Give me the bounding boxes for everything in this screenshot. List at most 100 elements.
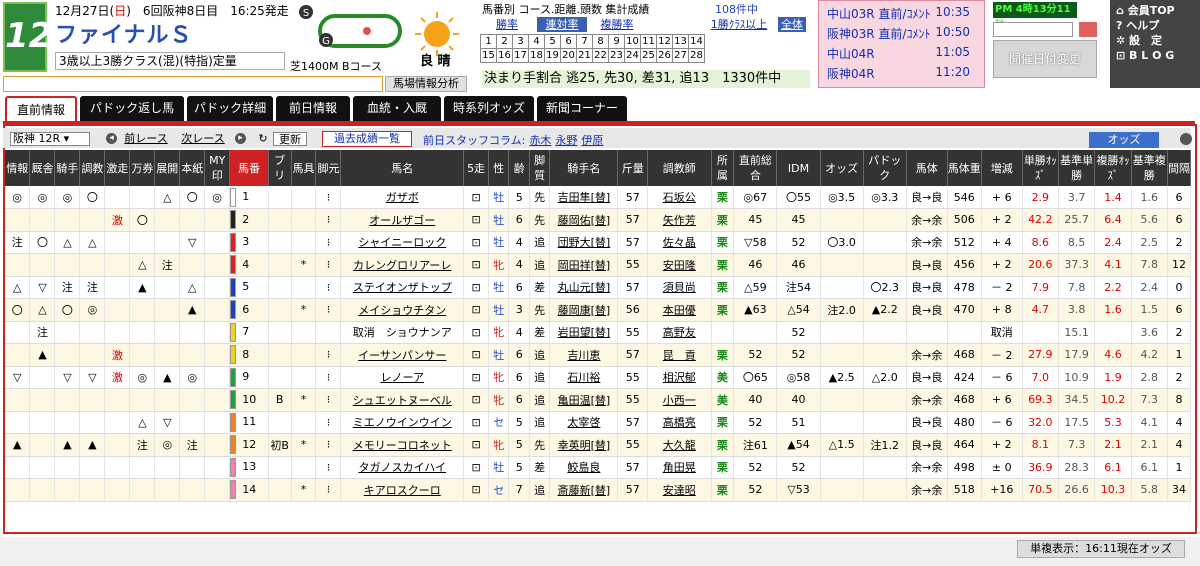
- race-link[interactable]: 阪神04R 11:20: [827, 65, 978, 82]
- cell-trainer[interactable]: 大久龍: [647, 433, 712, 457]
- column-header[interactable]: 間隔: [1167, 150, 1192, 186]
- horse-name-link[interactable]: 取消 ショウナンア: [340, 321, 465, 344]
- past-5-races-icon[interactable]: ⊡: [463, 366, 490, 389]
- cell-trainer[interactable]: 矢作芳: [647, 208, 712, 232]
- column-header[interactable]: 馬体: [906, 150, 948, 186]
- win-rate-button[interactable]: 勝率: [482, 17, 532, 32]
- past-5-races-icon[interactable]: ⊡: [463, 208, 490, 232]
- horse-name-link[interactable]: タガノスカイハイ: [340, 456, 465, 479]
- cell-jockey[interactable]: 岩田望[替]: [549, 321, 619, 344]
- tab-paddock-detail[interactable]: パドック詳細: [187, 96, 273, 121]
- past-5-races-icon[interactable]: ⊡: [463, 298, 490, 322]
- cell-jockey[interactable]: 太宰啓: [549, 411, 619, 434]
- past-5-races-icon[interactable]: ⊡: [463, 276, 490, 299]
- past-5-races-icon[interactable]: ⊡: [463, 343, 490, 367]
- cell-jockey[interactable]: 藤岡佑[替]: [549, 208, 619, 232]
- column-header[interactable]: 馬名: [340, 150, 465, 186]
- change-date-button[interactable]: 開催日付変更: [993, 40, 1097, 78]
- past-5-races-icon[interactable]: ⊡: [463, 433, 490, 457]
- column-header[interactable]: 脚元: [315, 150, 342, 186]
- past-5-races-icon[interactable]: ⊡: [463, 456, 490, 479]
- column-header[interactable]: 馬体重: [947, 150, 982, 186]
- cell-trainer[interactable]: 安達昭: [647, 478, 712, 502]
- past-results-link[interactable]: 過去成績一覧: [322, 131, 412, 147]
- staff-link[interactable]: 永野: [555, 134, 577, 147]
- horse-name-link[interactable]: ミエノウインウイン: [340, 411, 465, 434]
- column-header[interactable]: ブリ: [268, 150, 292, 186]
- next-arrow-icon[interactable]: ▸: [235, 133, 246, 144]
- tab-zenjitsu[interactable]: 前日情報: [276, 96, 350, 121]
- cell-trainer[interactable]: 相沢郁: [647, 366, 712, 389]
- tab-bloodline[interactable]: 血統・入厩: [353, 96, 441, 121]
- next-race-button[interactable]: 次レース: [175, 132, 231, 146]
- past-5-races-icon[interactable]: ⊡: [463, 321, 490, 344]
- column-header[interactable]: 騎手名: [549, 150, 619, 186]
- cell-trainer[interactable]: 高野友: [647, 321, 712, 344]
- column-header[interactable]: パドック: [863, 150, 907, 186]
- all-filter-button[interactable]: 全体: [778, 17, 806, 32]
- cell-trainer[interactable]: 角田晃: [647, 456, 712, 479]
- column-header[interactable]: 齢: [508, 150, 530, 186]
- column-header[interactable]: 斤量: [617, 150, 648, 186]
- column-header[interactable]: 性: [488, 150, 510, 186]
- staff-link[interactable]: 赤木: [529, 134, 551, 147]
- race-link[interactable]: 中山03R 直前/ｺﾒﾝﾄ 10:35: [827, 5, 978, 22]
- help-link[interactable]: ? ヘルプ: [1116, 18, 1194, 33]
- race-link[interactable]: 阪神03R 直前/ｺﾒﾝﾄ 10:50: [827, 25, 978, 42]
- column-header[interactable]: オッズ: [820, 150, 864, 186]
- cell-jockey[interactable]: 藤岡康[替]: [549, 298, 619, 322]
- tab-chokuzen[interactable]: 直前情報: [5, 96, 77, 121]
- tab-timeseries-odds[interactable]: 時系列オッズ: [444, 96, 534, 121]
- cell-jockey[interactable]: 吉田隼[替]: [549, 186, 619, 209]
- past-5-races-icon[interactable]: ⊡: [463, 478, 490, 502]
- cell-trainer[interactable]: 須貝尚: [647, 276, 712, 299]
- horse-name-link[interactable]: オールザゴー: [340, 208, 465, 232]
- cell-jockey[interactable]: 亀田温[替]: [549, 388, 619, 412]
- search-input[interactable]: [993, 22, 1073, 37]
- horse-name-link[interactable]: メモリーコロネット: [340, 433, 465, 457]
- cell-jockey[interactable]: 丸山元[替]: [549, 276, 619, 299]
- past-5-races-icon[interactable]: ⊡: [463, 388, 490, 412]
- column-header[interactable]: 馬具: [291, 150, 317, 186]
- column-header[interactable]: 直前総合: [733, 150, 778, 186]
- column-header[interactable]: 所属: [711, 150, 735, 186]
- race-select[interactable]: 阪神 12R ▾: [10, 132, 90, 146]
- staff-link[interactable]: 伊原: [581, 134, 603, 147]
- cell-jockey[interactable]: 斎藤新[替]: [549, 478, 619, 502]
- horse-name-link[interactable]: ステイオンザトップ: [340, 276, 465, 299]
- column-header[interactable]: IDM: [776, 150, 821, 186]
- horse-name-link[interactable]: イーサンパンサー: [340, 343, 465, 367]
- memo-input[interactable]: [3, 76, 383, 92]
- settings-link[interactable]: ✲ 設 定: [1116, 33, 1194, 48]
- column-header[interactable]: 単勝ｵｯｽﾞ: [1022, 150, 1059, 186]
- tab-newspaper[interactable]: 新聞コーナー: [537, 96, 627, 121]
- cell-jockey[interactable]: 鮫島良: [549, 456, 619, 479]
- horse-name-link[interactable]: シュエットヌーベル: [340, 388, 465, 412]
- cell-jockey[interactable]: 吉川恵: [549, 343, 619, 367]
- column-header[interactable]: 馬番: [229, 150, 269, 186]
- prev-arrow-icon[interactable]: ◂: [106, 133, 117, 144]
- prev-race-button[interactable]: 前レース: [121, 132, 171, 146]
- column-header[interactable]: 脚質: [529, 150, 551, 186]
- past-5-races-icon[interactable]: ⊡: [463, 253, 490, 277]
- search-icon[interactable]: [1079, 22, 1097, 37]
- update-button[interactable]: 更新: [273, 132, 307, 146]
- horse-name-link[interactable]: ガザボ: [340, 186, 465, 209]
- horse-name-link[interactable]: カレングロリアーレ: [340, 253, 465, 277]
- cell-trainer[interactable]: 昆 貢: [647, 343, 712, 367]
- column-header[interactable]: 基準複勝: [1131, 150, 1168, 186]
- cell-trainer[interactable]: 石坂公: [647, 186, 712, 209]
- cell-trainer[interactable]: 本田優: [647, 298, 712, 322]
- class-filter-link[interactable]: 1勝ｸﾗｽ以上: [704, 17, 774, 32]
- cell-jockey[interactable]: 岡田祥[替]: [549, 253, 619, 277]
- past-5-races-icon[interactable]: ⊡: [463, 411, 490, 434]
- odds-button[interactable]: オッズ: [1089, 132, 1159, 148]
- past-5-races-icon[interactable]: ⊡: [463, 186, 490, 209]
- horse-name-link[interactable]: レノーア: [340, 366, 465, 389]
- cell-trainer[interactable]: 小西一: [647, 388, 712, 412]
- horse-name-link[interactable]: メイショウチタン: [340, 298, 465, 322]
- column-header[interactable]: 調教師: [647, 150, 712, 186]
- refresh-icon[interactable]: ↻: [257, 132, 269, 146]
- track-analysis-button[interactable]: 馬場情報分析: [385, 76, 467, 92]
- show-rate-button[interactable]: 複勝率: [592, 17, 642, 32]
